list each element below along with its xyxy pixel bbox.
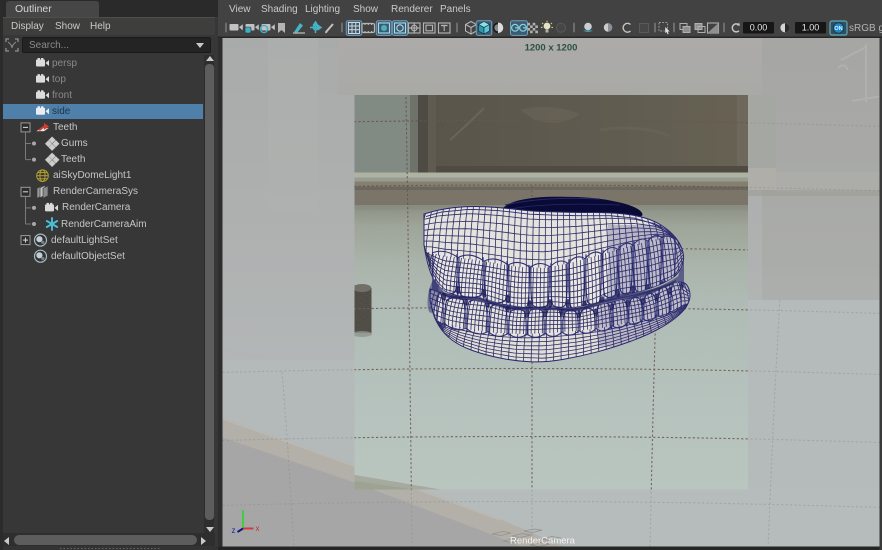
- svg-text:0.00: 0.00: [750, 23, 768, 33]
- svg-text:x: x: [256, 524, 260, 533]
- svg-text:z: z: [232, 526, 236, 535]
- svg-text:ON: ON: [834, 26, 842, 32]
- svg-text:sRGB ga: sRGB ga: [849, 23, 882, 34]
- svg-text:1.00: 1.00: [802, 23, 820, 33]
- svg-text:RenderCamera: RenderCamera: [510, 536, 576, 547]
- svg-text:1200 x 1200: 1200 x 1200: [525, 43, 578, 54]
